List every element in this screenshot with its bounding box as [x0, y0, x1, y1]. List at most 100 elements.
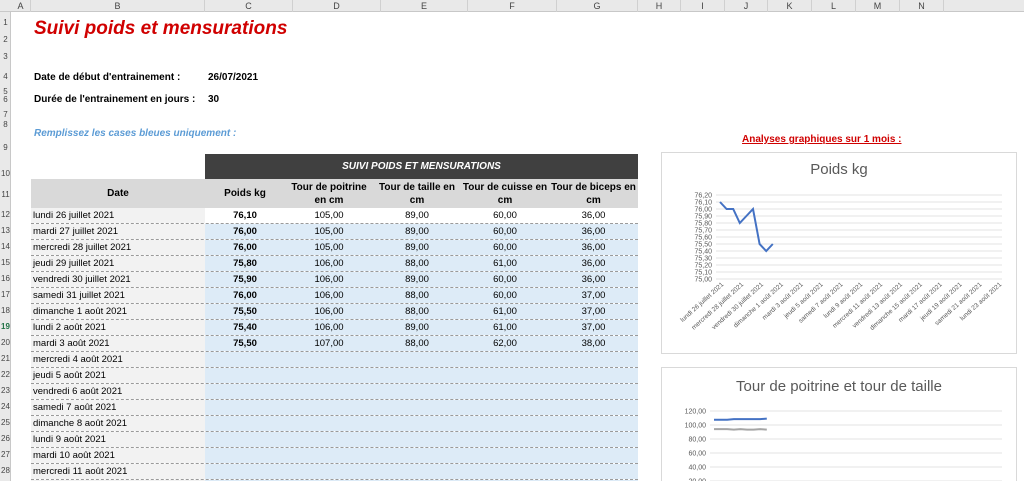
column-header[interactable]: J	[725, 0, 768, 12]
duration-value[interactable]: 30	[208, 94, 219, 105]
row-header[interactable]: 21	[0, 354, 11, 363]
biceps-cell[interactable]: 36,00	[549, 224, 638, 239]
taille-cell[interactable]: 89,00	[373, 224, 461, 239]
poids-cell[interactable]: 76,00	[205, 224, 285, 239]
taille-cell[interactable]: 89,00	[373, 320, 461, 335]
poids-cell[interactable]	[205, 432, 285, 447]
row-header[interactable]: 13	[0, 226, 11, 235]
taille-cell[interactable]	[373, 448, 461, 463]
row-header[interactable]: 15	[0, 258, 11, 267]
taille-cell[interactable]: 89,00	[373, 272, 461, 287]
poids-cell[interactable]: 76,00	[205, 288, 285, 303]
cuisse-cell[interactable]: 61,00	[461, 256, 549, 271]
row-header[interactable]: 1	[0, 18, 11, 27]
row-header[interactable]: 10	[0, 169, 11, 178]
cuisse-cell[interactable]: 60,00	[461, 240, 549, 255]
cuisse-cell[interactable]: 60,00	[461, 224, 549, 239]
cuisse-cell[interactable]	[461, 448, 549, 463]
chart-poitrine-taille[interactable]: Tour de poitrine et tour de taille 120,0…	[661, 367, 1017, 481]
poitrine-cell[interactable]: 106,00	[285, 320, 373, 335]
taille-cell[interactable]	[373, 384, 461, 399]
row-header[interactable]: 28	[0, 466, 11, 475]
row-header[interactable]: 11	[0, 190, 11, 199]
biceps-cell[interactable]	[549, 416, 638, 431]
cuisse-cell[interactable]: 61,00	[461, 304, 549, 319]
taille-cell[interactable]	[373, 416, 461, 431]
cuisse-cell[interactable]: 62,00	[461, 336, 549, 351]
poids-cell[interactable]	[205, 416, 285, 431]
column-header[interactable]: A	[11, 0, 31, 12]
taille-cell[interactable]	[373, 432, 461, 447]
poids-cell[interactable]: 75,50	[205, 304, 285, 319]
taille-cell[interactable]	[373, 368, 461, 383]
poitrine-cell[interactable]: 106,00	[285, 304, 373, 319]
taille-cell[interactable]: 89,00	[373, 240, 461, 255]
poitrine-cell[interactable]	[285, 368, 373, 383]
biceps-cell[interactable]: 37,00	[549, 320, 638, 335]
row-header[interactable]: 17	[0, 290, 11, 299]
column-header[interactable]: D	[293, 0, 381, 12]
start-date-value[interactable]: 26/07/2021	[208, 72, 258, 83]
biceps-cell[interactable]: 36,00	[549, 208, 638, 223]
column-header[interactable]: E	[381, 0, 468, 12]
cuisse-cell[interactable]	[461, 464, 549, 479]
biceps-cell[interactable]	[549, 464, 638, 479]
biceps-cell[interactable]	[549, 432, 638, 447]
column-header[interactable]: H	[638, 0, 681, 12]
cuisse-cell[interactable]: 61,00	[461, 320, 549, 335]
row-header[interactable]: 6	[0, 95, 11, 104]
poitrine-cell[interactable]	[285, 400, 373, 415]
taille-cell[interactable]: 88,00	[373, 288, 461, 303]
column-header[interactable]: L	[812, 0, 856, 12]
poitrine-cell[interactable]: 106,00	[285, 256, 373, 271]
poitrine-cell[interactable]	[285, 384, 373, 399]
taille-cell[interactable]: 88,00	[373, 304, 461, 319]
row-header[interactable]: 9	[0, 143, 11, 152]
taille-cell[interactable]: 88,00	[373, 336, 461, 351]
column-header[interactable]: F	[468, 0, 557, 12]
chart-poids[interactable]: Poids kg 76,20 76,10 76,00 75,90 75,80 75,70 7…	[661, 152, 1017, 354]
poids-cell[interactable]: 76,10	[205, 208, 285, 223]
row-header[interactable]: 12	[0, 210, 11, 219]
column-header[interactable]: I	[681, 0, 725, 12]
taille-cell[interactable]: 88,00	[373, 256, 461, 271]
taille-cell[interactable]: 89,00	[373, 208, 461, 223]
column-header[interactable]: G	[557, 0, 638, 12]
row-header[interactable]: 20	[0, 338, 11, 347]
biceps-cell[interactable]	[549, 368, 638, 383]
cuisse-cell[interactable]	[461, 416, 549, 431]
biceps-cell[interactable]: 37,00	[549, 288, 638, 303]
column-header[interactable]: B	[31, 0, 205, 12]
poitrine-cell[interactable]: 105,00	[285, 240, 373, 255]
taille-cell[interactable]	[373, 352, 461, 367]
biceps-cell[interactable]	[549, 400, 638, 415]
poitrine-cell[interactable]	[285, 464, 373, 479]
poitrine-cell[interactable]	[285, 352, 373, 367]
poitrine-cell[interactable]	[285, 416, 373, 431]
poids-cell[interactable]: 75,90	[205, 272, 285, 287]
poitrine-cell[interactable]: 107,00	[285, 336, 373, 351]
cuisse-cell[interactable]	[461, 368, 549, 383]
biceps-cell[interactable]	[549, 352, 638, 367]
poids-cell[interactable]	[205, 384, 285, 399]
column-header[interactable]: N	[900, 0, 944, 12]
cuisse-cell[interactable]	[461, 352, 549, 367]
cuisse-cell[interactable]	[461, 384, 549, 399]
row-header[interactable]: 26	[0, 434, 11, 443]
taille-cell[interactable]	[373, 400, 461, 415]
row-header[interactable]: 16	[0, 274, 11, 283]
poids-cell[interactable]: 76,00	[205, 240, 285, 255]
poids-cell[interactable]	[205, 448, 285, 463]
poids-cell[interactable]: 75,40	[205, 320, 285, 335]
cuisse-cell[interactable]	[461, 400, 549, 415]
row-header[interactable]: 24	[0, 402, 11, 411]
poitrine-cell[interactable]	[285, 448, 373, 463]
row-header[interactable]: 7	[0, 110, 11, 119]
poids-cell[interactable]	[205, 368, 285, 383]
cuisse-cell[interactable]: 60,00	[461, 208, 549, 223]
cuisse-cell[interactable]: 60,00	[461, 288, 549, 303]
poitrine-cell[interactable]: 106,00	[285, 272, 373, 287]
row-header[interactable]: 8	[0, 120, 11, 129]
cuisse-cell[interactable]: 60,00	[461, 272, 549, 287]
poids-cell[interactable]: 75,80	[205, 256, 285, 271]
